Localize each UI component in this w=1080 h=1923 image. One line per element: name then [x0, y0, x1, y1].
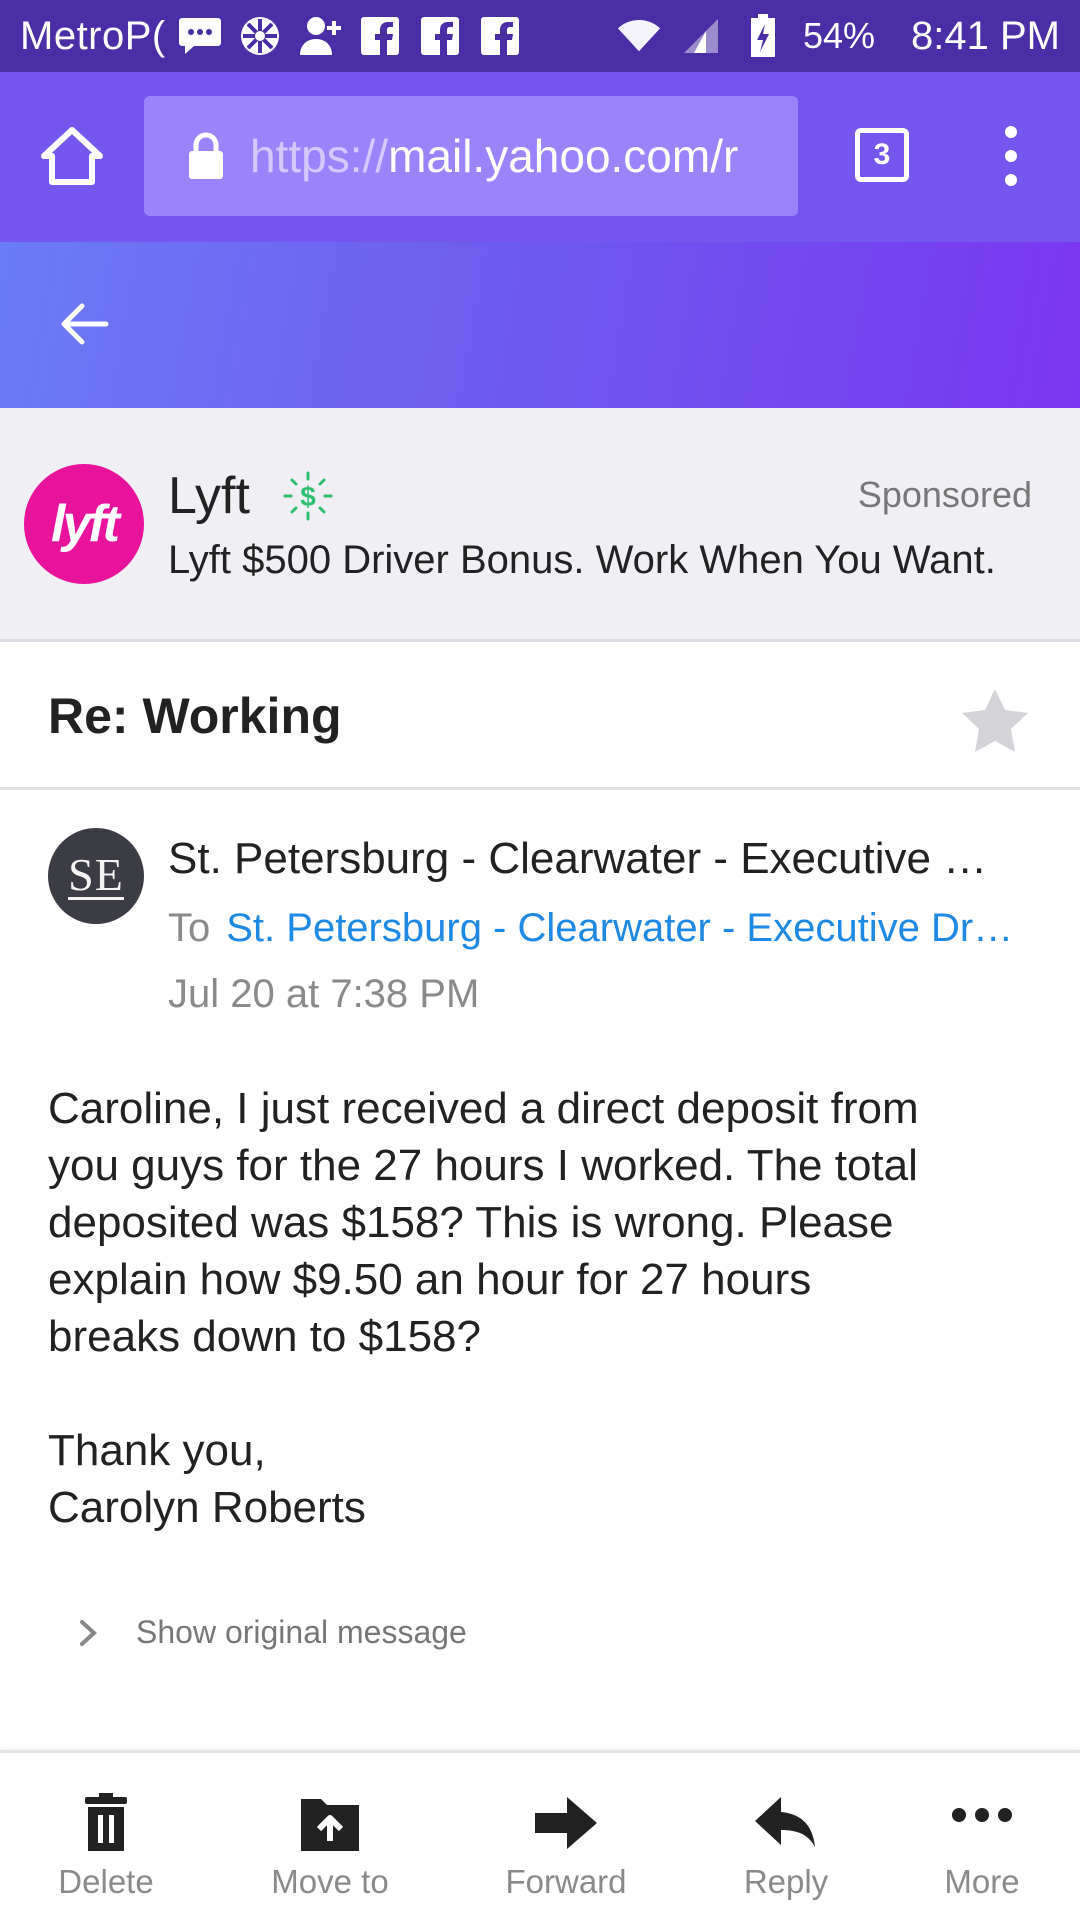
sponsored-dollar-icon: $ — [283, 471, 333, 521]
signature: Carolyn Roberts — [48, 1483, 366, 1532]
home-button[interactable] — [40, 124, 104, 188]
star-icon — [962, 689, 1028, 752]
tabs-button[interactable]: 3 — [855, 128, 909, 182]
notification-icons — [178, 14, 522, 58]
message-icon — [178, 14, 222, 58]
more-vert-icon — [1005, 126, 1017, 186]
show-original-toggle[interactable]: Show original message — [78, 1614, 467, 1651]
url-host: mail.yahoo.com/r — [388, 130, 739, 182]
avatar: SE — [48, 828, 144, 924]
subject-row: Re: Working — [0, 645, 1080, 790]
facebook-icon — [418, 14, 462, 58]
settings-wheel-icon — [238, 14, 282, 58]
home-icon — [41, 127, 103, 185]
url-scheme: https:// — [250, 130, 389, 182]
recipient-link[interactable]: St. Petersburg - Clearwater - Executive … — [226, 906, 1013, 950]
body-line: breaks down to $158? — [48, 1312, 481, 1361]
sponsored-label: Sponsored — [857, 474, 1032, 515]
facebook-icon — [478, 14, 522, 58]
delete-label: Delete — [58, 1863, 154, 1900]
person-add-icon — [298, 14, 342, 58]
svg-text:$: $ — [300, 481, 316, 512]
browser-toolbar: https://mail.yahoo.com/r 3 — [0, 72, 1080, 242]
forward-button[interactable]: Forward — [466, 1753, 666, 1923]
battery-charging-icon — [741, 14, 785, 58]
ad-advertiser: Lyft — [168, 467, 250, 525]
facebook-icon — [358, 14, 402, 58]
sponsored-ad[interactable]: lyft Lyft $ Sponsored Lyft $500 Driver B… — [0, 408, 1080, 642]
body-line: explain how $9.50 an hour for 27 hours — [48, 1255, 812, 1304]
more-button[interactable]: More — [882, 1753, 1080, 1923]
signoff: Thank you, — [48, 1426, 266, 1475]
clock: 8:41 PM — [911, 13, 1060, 58]
lyft-logo: lyft — [24, 464, 144, 584]
recipient-line: To St. Petersburg - Clearwater - Executiv… — [168, 906, 1028, 951]
signal-icon — [679, 14, 723, 58]
wifi-icon — [617, 14, 661, 58]
carrier-name: MetroP( — [20, 13, 166, 58]
body-line: Caroline, I just received a direct depos… — [48, 1084, 919, 1133]
forward-arrow-icon — [535, 1797, 597, 1849]
email-subject: Re: Working — [48, 688, 342, 744]
arrow-left-icon — [61, 303, 109, 345]
forward-label: Forward — [505, 1863, 627, 1900]
body-line: you guys for the 27 hours I worked. The … — [48, 1141, 918, 1190]
move-folder-icon — [301, 1799, 359, 1851]
reply-label: Reply — [743, 1863, 829, 1900]
more-label: More — [944, 1863, 1020, 1900]
reply-icon — [755, 1797, 815, 1847]
url-text: https://mail.yahoo.com/r — [250, 129, 738, 183]
message-date: Jul 20 at 7:38 PM — [168, 972, 480, 1016]
avatar-initials: SE — [68, 848, 124, 900]
back-button[interactable] — [58, 298, 110, 350]
lock-icon — [189, 132, 223, 179]
status-bar: MetroP( 54% 8:41 PM — [0, 0, 1080, 72]
move-to-button[interactable]: Move to — [230, 1753, 430, 1923]
move-to-label: Move to — [271, 1863, 389, 1900]
message-toolbar: Delete Move to Forward Reply More — [0, 1750, 1080, 1920]
app-header — [0, 242, 1080, 408]
show-original-label: Show original message — [136, 1614, 467, 1650]
chevron-right-icon — [80, 1619, 97, 1646]
battery-percent: 54% — [802, 15, 876, 56]
star-button[interactable] — [960, 687, 1030, 755]
address-bar[interactable]: https://mail.yahoo.com/r — [144, 96, 798, 216]
to-label: To — [168, 906, 211, 950]
delete-button[interactable]: Delete — [6, 1753, 206, 1923]
sender-name[interactable]: St. Petersburg - Clearwater - Executive … — [168, 834, 1028, 884]
more-horiz-icon — [952, 1808, 1012, 1822]
ad-text: Lyft $500 Driver Bonus. Work When You Wa… — [168, 538, 996, 582]
body-line: deposited was $158? This is wrong. Pleas… — [48, 1198, 894, 1247]
trash-icon — [85, 1793, 127, 1851]
reply-button[interactable]: Reply — [686, 1753, 886, 1923]
message-body: Caroline, I just received a direct depos… — [48, 1080, 1038, 1536]
browser-menu-button[interactable] — [990, 122, 1032, 190]
